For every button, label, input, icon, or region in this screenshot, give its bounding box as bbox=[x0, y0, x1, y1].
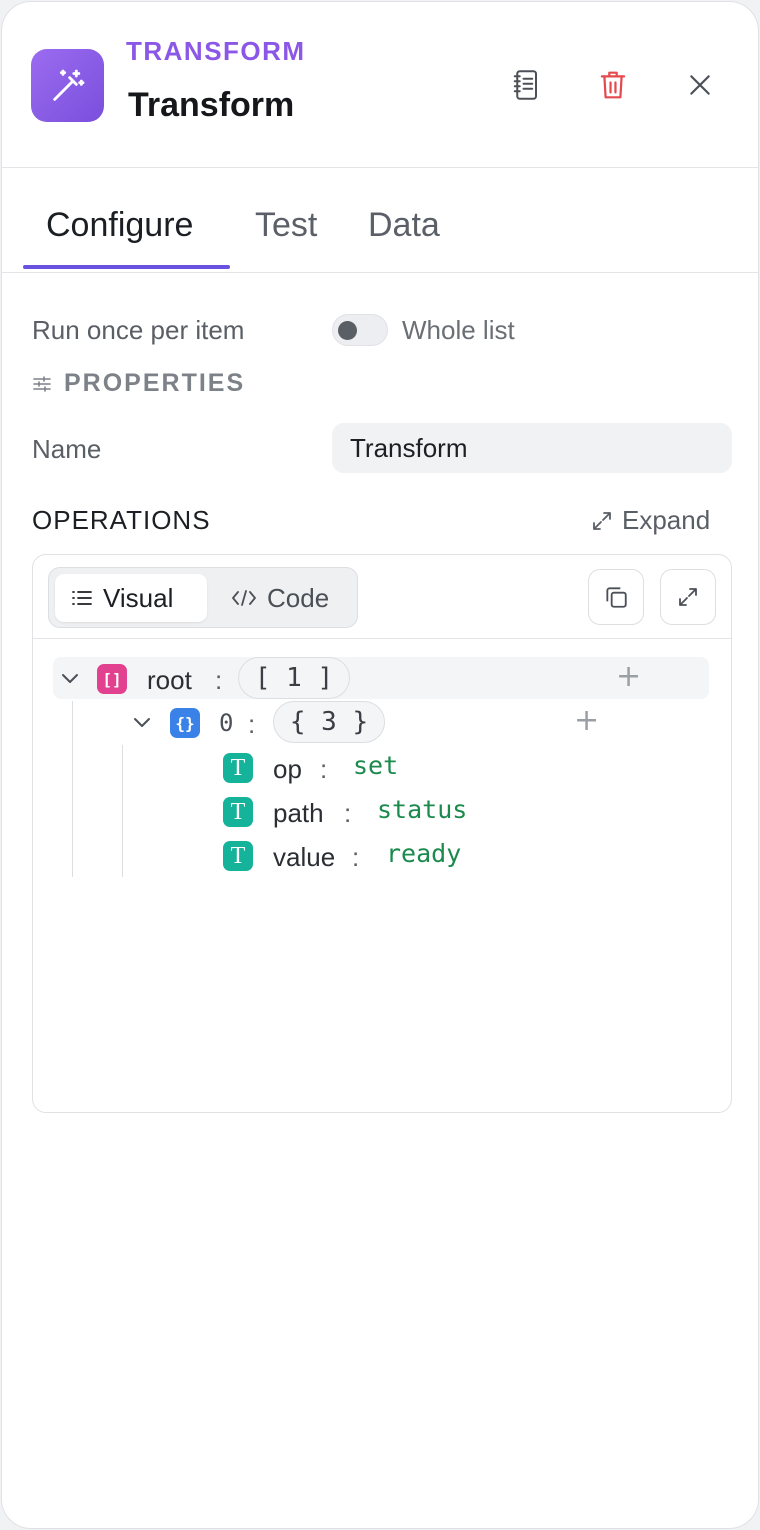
operations-heading: OPERATIONS bbox=[32, 505, 211, 535]
node-title: Transform bbox=[128, 86, 295, 124]
sliders-icon bbox=[33, 375, 51, 392]
whole-list-toggle[interactable] bbox=[332, 314, 388, 346]
copy-icon bbox=[606, 587, 627, 608]
tree-guide-line bbox=[72, 701, 73, 877]
key-separator: : bbox=[352, 842, 360, 872]
view-mode-switch: Visual Code bbox=[48, 567, 358, 628]
array-type-icon: [] bbox=[97, 664, 127, 694]
close-icon bbox=[690, 75, 710, 95]
docs-icon bbox=[513, 70, 537, 100]
close-button[interactable] bbox=[675, 60, 725, 110]
active-tab-indicator bbox=[23, 265, 230, 269]
object-type-icon: {} bbox=[170, 708, 200, 738]
tree-key-path: path bbox=[273, 798, 324, 828]
node-type-label: TRANSFORM bbox=[126, 36, 306, 66]
name-label: Name bbox=[32, 434, 102, 464]
visual-mode-label: Visual bbox=[103, 582, 174, 613]
list-icon bbox=[72, 591, 92, 605]
key-separator: : bbox=[248, 709, 256, 739]
name-input[interactable] bbox=[332, 423, 732, 473]
fullscreen-icon bbox=[679, 588, 697, 606]
tree-value-value[interactable]: ready bbox=[386, 839, 461, 868]
tab-data[interactable]: Data bbox=[368, 206, 440, 245]
text-type-icon: T bbox=[223, 753, 253, 783]
chevron-down-icon[interactable] bbox=[58, 667, 82, 691]
editor-toolbar: Visual Code bbox=[33, 555, 731, 639]
code-icon bbox=[232, 590, 256, 606]
tree-value-op[interactable]: set bbox=[353, 751, 398, 780]
copy-button[interactable] bbox=[588, 569, 644, 625]
tab-bar: Configure Test Data bbox=[2, 168, 758, 273]
add-icon[interactable]: + bbox=[574, 703, 599, 738]
magic-wand-icon bbox=[31, 49, 104, 122]
code-mode-button[interactable]: Code bbox=[215, 574, 345, 622]
tree-key-index: 0 bbox=[219, 709, 234, 737]
tree-guide-line bbox=[122, 745, 123, 877]
key-separator: : bbox=[215, 665, 223, 695]
tab-configure[interactable]: Configure bbox=[46, 206, 193, 245]
add-icon[interactable]: + bbox=[616, 659, 641, 694]
code-mode-label: Code bbox=[267, 582, 330, 613]
fullscreen-button[interactable] bbox=[660, 569, 716, 625]
panel-header: TRANSFORM Transform bbox=[2, 2, 758, 168]
text-type-icon: T bbox=[223, 841, 253, 871]
toggle-knob bbox=[338, 321, 357, 340]
trash-icon bbox=[600, 71, 626, 99]
whole-list-label: Whole list bbox=[402, 315, 515, 345]
key-separator: : bbox=[344, 798, 352, 828]
tree-key-root: root bbox=[147, 665, 192, 695]
side-panel: TRANSFORM Transform Configure Test Data … bbox=[1, 1, 759, 1529]
expand-arrows-icon bbox=[593, 511, 611, 530]
chevron-down-icon[interactable] bbox=[130, 711, 154, 735]
tree-key-op: op bbox=[273, 754, 302, 784]
expand-link-text: Expand bbox=[622, 505, 711, 535]
docs-button[interactable] bbox=[501, 60, 551, 110]
expand-link[interactable]: Expand bbox=[590, 505, 710, 536]
delete-button[interactable] bbox=[588, 60, 638, 110]
array-count-pill[interactable]: [ 1 ] bbox=[238, 657, 350, 699]
operations-editor: Visual Code [] root: [1] + {} 0: {3… bbox=[32, 554, 732, 1113]
tree-key-value: value bbox=[273, 842, 336, 872]
text-type-icon: T bbox=[223, 797, 253, 827]
object-count-pill[interactable]: { 3 } bbox=[273, 701, 385, 743]
tab-test[interactable]: Test bbox=[255, 206, 317, 245]
tree-value-path[interactable]: status bbox=[377, 795, 467, 824]
run-mode-label: Run once per item bbox=[32, 315, 245, 345]
properties-heading: PROPERTIES bbox=[32, 369, 245, 398]
visual-mode-button[interactable]: Visual bbox=[55, 574, 207, 622]
key-separator: : bbox=[320, 754, 328, 784]
properties-heading-text: PROPERTIES bbox=[64, 369, 246, 397]
